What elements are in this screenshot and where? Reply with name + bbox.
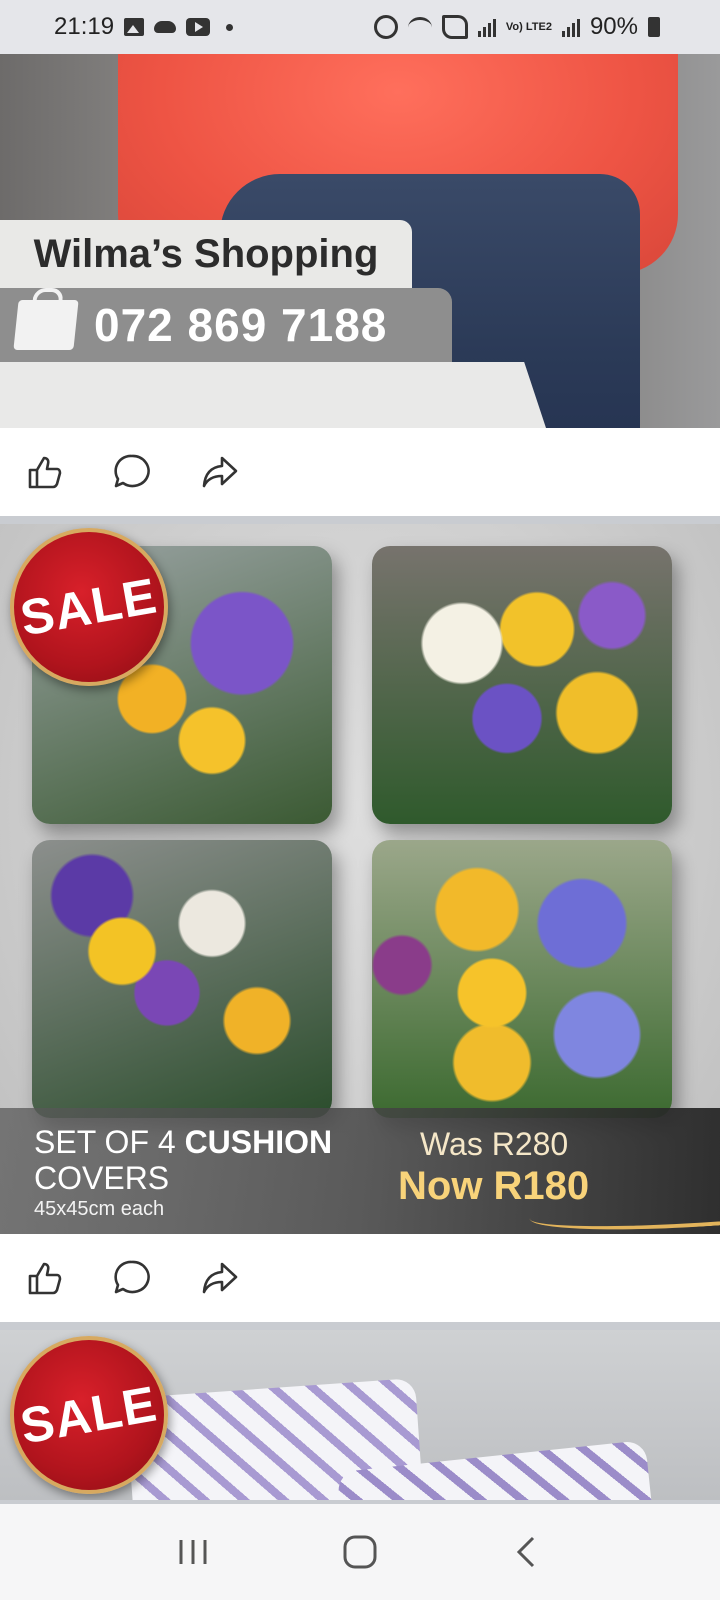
sale-badge: SALE — [10, 528, 168, 686]
shop-name-card: Wilma’s Shopping — [0, 220, 412, 288]
post-actions — [0, 428, 720, 516]
like-icon[interactable] — [24, 1258, 64, 1298]
price-banner: SET OF 4 CUSHION COVERS 45x45cm each Was… — [0, 1108, 720, 1234]
status-left: 21:19 — [54, 13, 234, 41]
cloud-icon — [154, 21, 177, 33]
now-price: Now R180 — [398, 1164, 590, 1208]
post-separator — [0, 516, 720, 524]
product-size: 45x45cm each — [34, 1198, 165, 1220]
volte-label: Vo) LTE2 — [505, 21, 552, 33]
shopping-bag-icon — [13, 300, 79, 350]
post-actions — [0, 1234, 720, 1322]
back-icon[interactable] — [497, 1522, 557, 1582]
was-price: Was R280 — [420, 1126, 569, 1162]
signal-icon-2 — [561, 17, 580, 37]
status-right: Vo) LTE2 90% — [373, 13, 660, 41]
signal-icon — [477, 17, 496, 37]
share-icon[interactable] — [200, 452, 240, 492]
gold-swoosh-decoration — [529, 1205, 720, 1234]
clock: 21:19 — [54, 13, 115, 40]
battery-percent: 90% — [589, 13, 638, 40]
recent-apps-icon[interactable] — [163, 1522, 223, 1582]
wifi-icon — [407, 16, 432, 38]
product-title-bold: CUSHION — [184, 1124, 333, 1160]
youtube-icon — [186, 18, 211, 36]
wifi-call-icon — [441, 15, 468, 39]
status-bar: 21:19 Vo) LTE2 90% — [0, 0, 720, 54]
like-icon[interactable] — [24, 452, 64, 492]
banner-bottom-strip — [0, 362, 546, 428]
product-title: SET OF 4 CUSHION COVERS — [34, 1124, 394, 1196]
post-image-cushion-sale[interactable]: SALE SET OF 4 CUSHION COVERS 45x45cm eac… — [0, 524, 720, 1234]
shop-name: Wilma’s Shopping — [33, 231, 379, 276]
battery-icon — [648, 17, 660, 37]
sale-badge-text: SALE — [16, 1375, 162, 1455]
cushion-image-4 — [372, 840, 672, 1118]
post-image-wilmas-shopping[interactable]: Wilma’s Shopping 072 869 7188 — [0, 54, 720, 428]
sale-badge: SALE — [10, 1336, 168, 1494]
cushion-image-2 — [372, 546, 672, 824]
feed[interactable]: Wilma’s Shopping 072 869 7188 SALE SET O… — [0, 54, 720, 1500]
share-icon[interactable] — [200, 1258, 240, 1298]
phone-number: 072 869 7188 — [94, 299, 388, 351]
comment-icon[interactable] — [112, 1258, 152, 1298]
cushion-image-3 — [32, 840, 332, 1118]
alarm-icon — [373, 15, 398, 39]
sale-badge-text: SALE — [16, 567, 162, 647]
product-title-line2: COVERS — [34, 1160, 170, 1196]
phone-card: 072 869 7188 — [0, 288, 452, 362]
navigation-bar — [0, 1504, 720, 1600]
notification-dot-icon — [226, 23, 234, 31]
product-title-plain: SET OF 4 — [34, 1124, 185, 1160]
post-image-cushion-sale-2[interactable]: SALE — [0, 1330, 720, 1500]
post-separator — [0, 1322, 720, 1330]
home-icon[interactable] — [330, 1522, 390, 1582]
image-icon — [124, 18, 145, 36]
comment-icon[interactable] — [112, 452, 152, 492]
